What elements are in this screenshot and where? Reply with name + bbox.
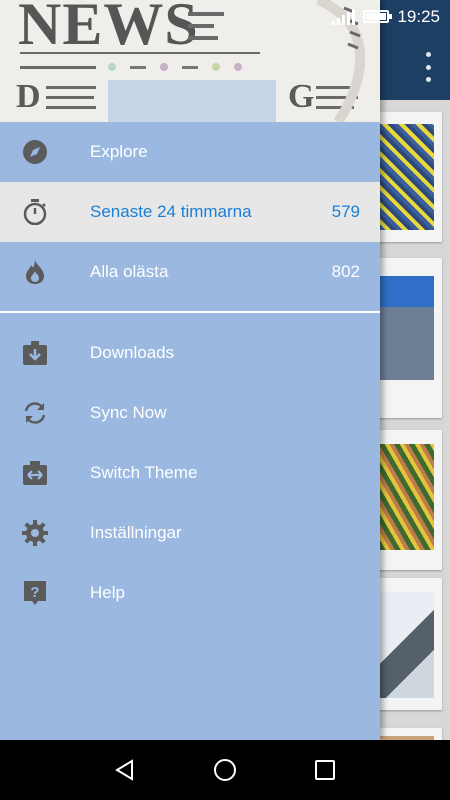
menu-label: Senaste 24 timmarna <box>90 202 252 221</box>
menu-item-all-unread[interactable]: Alla olästa 802 <box>0 242 380 302</box>
header-deco-line <box>46 96 94 99</box>
feed-card[interactable] <box>372 578 442 710</box>
download-box-icon <box>23 341 47 365</box>
menu-item-downloads[interactable]: Downloads <box>0 323 380 383</box>
header-dot-row <box>108 62 258 72</box>
menu-item-settings[interactable]: Inställningar <box>0 503 380 563</box>
menu-label: Sync Now <box>90 403 167 422</box>
status-time: 19:25 <box>397 6 440 26</box>
navigation-drawer: NEWS D G Explore Senaste 24 timmarna 579… <box>0 0 380 740</box>
compass-icon <box>23 140 47 164</box>
stopwatch-icon <box>23 199 47 225</box>
menu-item-last-24-hours[interactable]: Senaste 24 timmarna 579 <box>0 182 380 242</box>
unread-count: 579 <box>331 202 360 221</box>
system-nav-bar <box>0 740 450 800</box>
header-deco-line <box>20 66 96 69</box>
feed-card[interactable] <box>372 112 442 242</box>
flame-icon <box>26 260 44 284</box>
menu-item-explore[interactable]: Explore <box>0 122 380 182</box>
menu-item-sync-now[interactable]: Sync Now <box>0 383 380 443</box>
header-deco-line <box>46 86 96 89</box>
menu-label: Help <box>90 583 125 602</box>
menu-label: Downloads <box>90 343 175 362</box>
card-thumbnail <box>380 592 434 698</box>
feed-card[interactable] <box>372 430 442 570</box>
unread-count: 802 <box>331 262 360 281</box>
card-thumbnail <box>380 276 434 380</box>
status-bar: 19:25 <box>0 0 450 33</box>
switch-theme-icon <box>23 461 47 485</box>
menu-label: Explore <box>90 142 148 161</box>
battery-icon <box>363 10 393 23</box>
menu-item-help[interactable]: ? Help <box>0 563 380 623</box>
svg-text:?: ? <box>30 584 39 601</box>
feed-card[interactable] <box>372 728 442 740</box>
header-deco-line <box>20 52 260 54</box>
header-deco-line <box>188 36 218 40</box>
back-icon[interactable] <box>113 758 137 782</box>
card-thumbnail <box>380 124 434 230</box>
menu-divider <box>0 311 380 313</box>
feed-card[interactable] <box>372 258 442 418</box>
overflow-menu-icon[interactable] <box>420 52 436 82</box>
recents-icon[interactable] <box>313 758 337 782</box>
header-deco-line <box>46 106 96 109</box>
menu-label: Alla olästa <box>90 262 169 281</box>
gear-icon <box>22 520 48 546</box>
card-thumbnail <box>380 444 434 550</box>
header-letter-d: D <box>16 78 41 115</box>
help-icon: ? <box>24 581 46 605</box>
menu-label: Inställningar <box>90 523 182 542</box>
header-photo <box>108 80 276 122</box>
menu-item-switch-theme[interactable]: Switch Theme <box>0 443 380 503</box>
sync-icon <box>24 402 46 424</box>
signal-icon <box>332 8 356 25</box>
home-icon[interactable] <box>213 758 237 782</box>
menu-label: Switch Theme <box>90 463 198 482</box>
